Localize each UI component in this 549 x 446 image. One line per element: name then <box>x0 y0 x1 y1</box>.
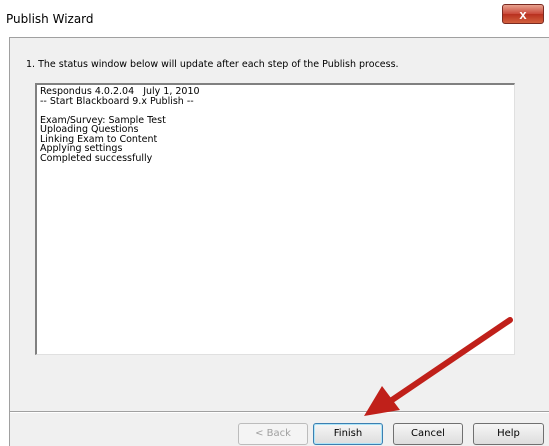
title-bar: Publish Wizard x <box>0 0 549 37</box>
cancel-button[interactable]: Cancel <box>393 423 463 445</box>
window-title: Publish Wizard <box>6 12 94 26</box>
status-line: Completed successfully <box>40 152 153 164</box>
button-separator <box>10 411 549 413</box>
back-button[interactable]: < Back <box>238 423 308 445</box>
help-button[interactable]: Help <box>473 423 544 445</box>
close-icon: x <box>519 7 527 22</box>
close-button[interactable]: x <box>502 4 544 24</box>
status-window[interactable]: Respondus 4.0.2.04 July 1, 2010 -- Start… <box>35 83 515 355</box>
wizard-dialog: 1. The status window below will update a… <box>9 37 549 446</box>
finish-button[interactable]: Finish <box>313 423 383 445</box>
instruction-text: 1. The status window below will update a… <box>26 59 399 70</box>
status-line: -- Start Blackboard 9.x Publish -- <box>40 95 194 107</box>
